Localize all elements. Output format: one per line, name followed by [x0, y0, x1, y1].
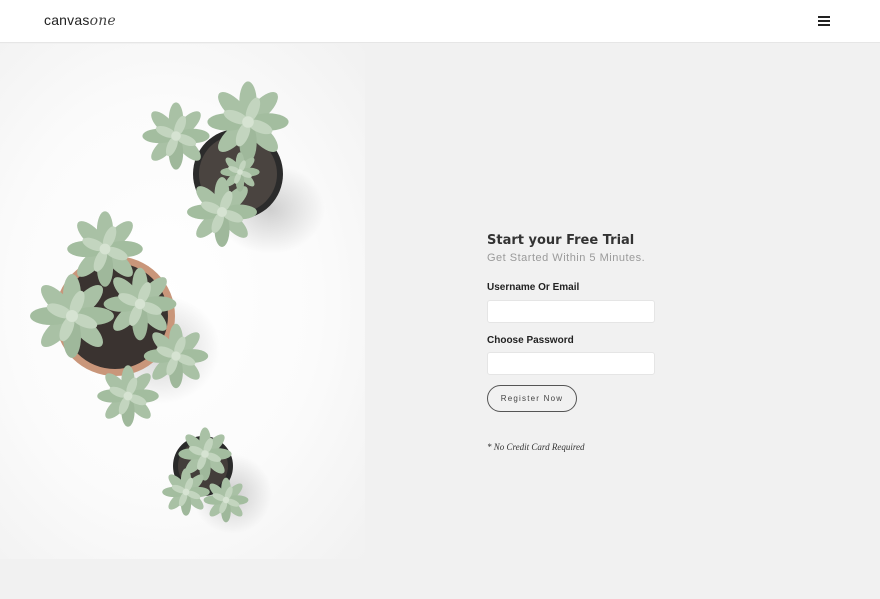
password-input[interactable] [487, 352, 655, 375]
logo-main-text: canvas [44, 12, 90, 28]
form-subtitle: Get Started Within 5 Minutes. [487, 252, 646, 264]
hero-image [0, 44, 365, 559]
logo-accent-text: one [89, 13, 116, 29]
register-button[interactable]: Register Now [487, 385, 577, 412]
logo[interactable]: canvasone [44, 12, 116, 29]
password-label: Choose Password [487, 335, 574, 346]
signup-form: Start your Free Trial Get Started Within… [487, 232, 667, 452]
hamburger-menu-icon[interactable] [818, 16, 830, 26]
username-label: Username Or Email [487, 282, 580, 293]
succulents-illustration [30, 81, 325, 534]
username-input[interactable] [487, 300, 655, 323]
site-header: canvasone [0, 0, 880, 43]
form-title: Start your Free Trial [487, 233, 635, 248]
no-credit-card-note: * No Credit Card Required [487, 442, 585, 452]
